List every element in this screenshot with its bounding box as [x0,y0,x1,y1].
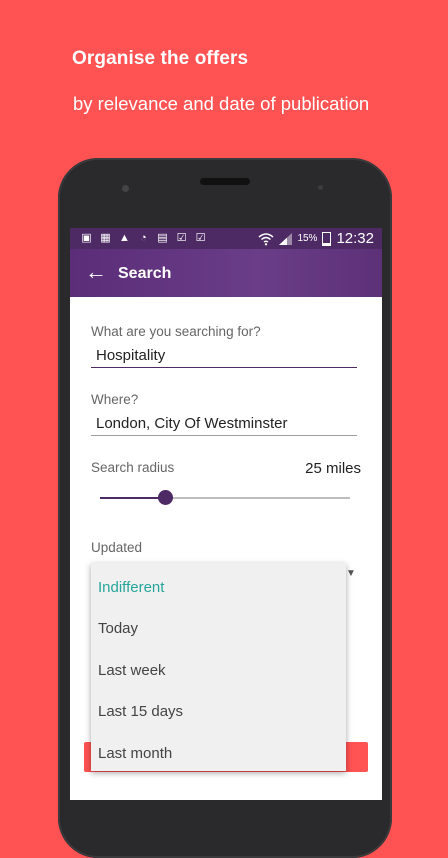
updated-label: Updated [91,540,143,555]
slider-fill [100,497,165,499]
dropdown-option[interactable]: Last week [98,662,166,679]
front-camera [122,185,129,192]
radius-value: 25 miles [305,460,361,477]
query-input[interactable] [91,344,357,368]
battery-percent: 15% [297,233,318,244]
app-bar: ← Search [70,249,382,297]
phone-screen: ▣ ▦ ▲ ◔ ▤ ☑ ☑ 15% 12:32 ← Search What ar… [70,228,382,800]
dropdown-option[interactable]: Today [98,620,138,637]
updated-dropdown-menu: Indifferent Today Last week Last 15 days… [91,563,346,771]
dropdown-option[interactable]: Last 15 days [98,703,183,720]
radius-label: Search radius [91,460,175,475]
image-icon: ▣ [81,232,92,244]
location-input[interactable] [91,412,357,436]
dropdown-arrow-icon[interactable]: ▼ [346,568,356,579]
status-indicators: 15% 12:32 [258,230,374,247]
query-label: What are you searching for? [91,324,261,339]
radius-slider[interactable] [100,490,350,506]
page-title: Search [118,265,172,282]
notification-icons: ▣ ▦ ▲ ◔ ▤ ☑ ☑ [80,231,207,246]
status-bar: ▣ ▦ ▲ ◔ ▤ ☑ ☑ 15% 12:32 [70,228,382,249]
gallery-icon: ▦ [100,232,111,244]
speaker-grille [200,178,250,185]
status-time: 12:32 [336,230,374,247]
warning-icon: ▲ [119,232,130,244]
photo-check-icon: ☑ [195,232,206,244]
sync-icon: ◔ [140,232,147,244]
wifi-icon [258,232,274,245]
slider-thumb[interactable] [157,490,173,505]
photo-check-icon: ☑ [176,232,187,244]
proximity-sensor [318,185,323,190]
signal-icon [279,232,293,245]
dropdown-option[interactable]: Indifferent [98,579,164,596]
location-label: Where? [91,392,139,407]
battery-icon [322,231,332,246]
dropdown-option[interactable]: Last month [98,745,172,762]
promo-title: Organise the offers [72,48,249,69]
promo-subtitle: by relevance and date of publication [73,93,370,114]
sim-icon: ▤ [157,232,168,244]
arrow-back-icon[interactable]: ← [84,260,108,284]
